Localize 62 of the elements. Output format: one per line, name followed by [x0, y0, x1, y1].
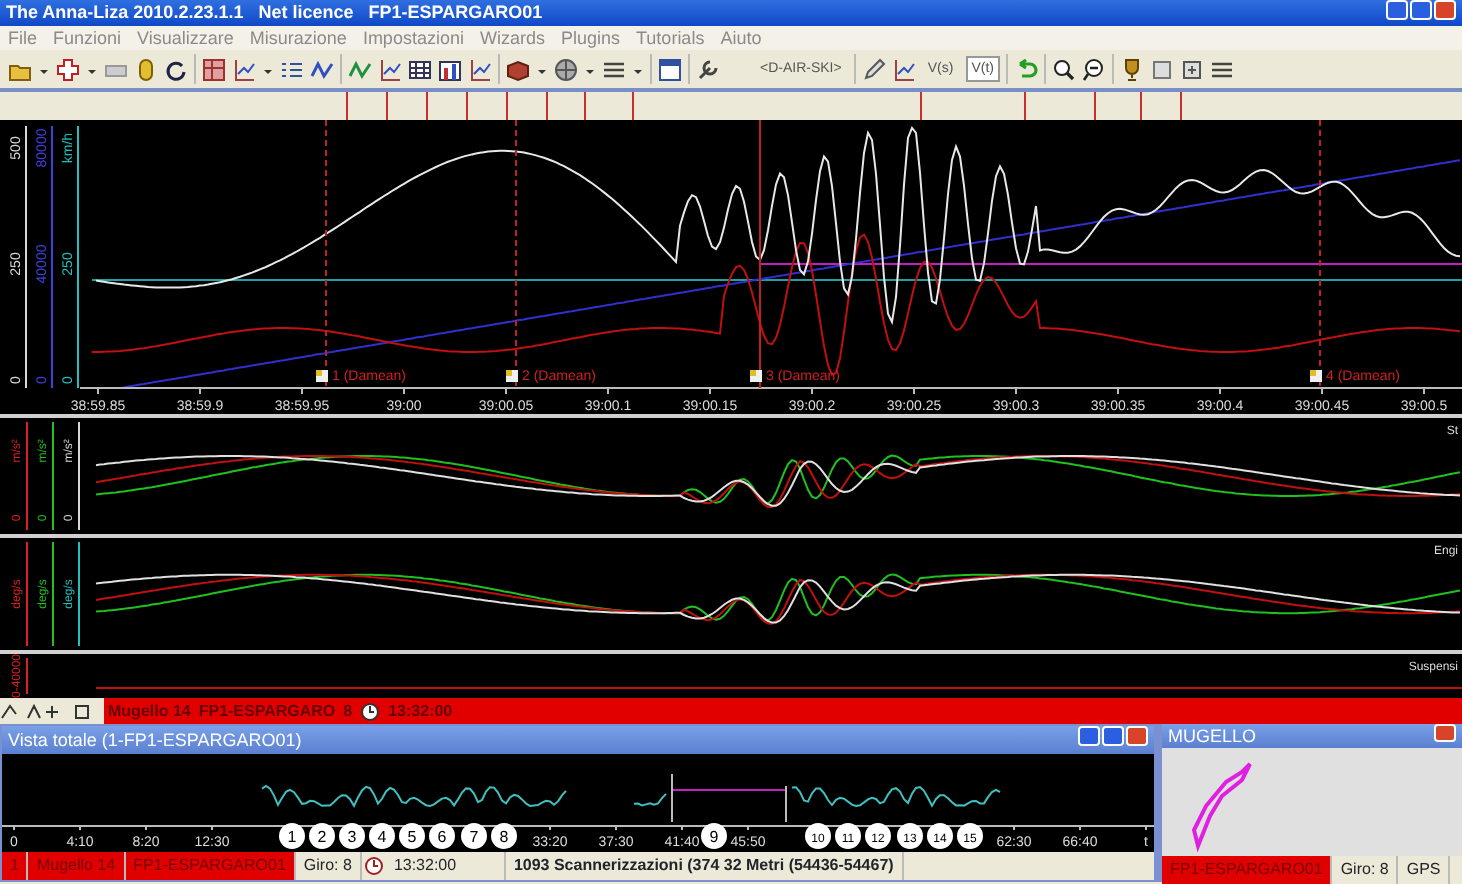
- flag-icon: [1310, 370, 1322, 382]
- zigzag-icon[interactable]: [310, 57, 334, 81]
- maximize-button[interactable]: [1410, 0, 1432, 20]
- session-label: FP1-ESPARGARO01: [1162, 856, 1333, 884]
- lines-icon[interactable]: [1209, 57, 1234, 81]
- source-label: GPS: [1398, 856, 1451, 884]
- close-button[interactable]: [1434, 0, 1456, 20]
- session-label: FP1-ESPARGARO: [198, 699, 336, 723]
- lap-number-marker[interactable]: 5: [399, 823, 425, 849]
- wrench-icon[interactable]: [696, 57, 720, 81]
- window-icon[interactable]: [658, 57, 682, 81]
- lap-label: Giro: 8: [1332, 856, 1399, 884]
- circuit-label: Mugello 14: [28, 852, 126, 880]
- list-icon[interactable]: [280, 57, 304, 81]
- lap-number-marker[interactable]: 8: [491, 823, 517, 849]
- lap-number-marker[interactable]: 7: [461, 823, 487, 849]
- square-icon[interactable]: [1179, 57, 1204, 81]
- lap-number-marker[interactable]: 2: [309, 823, 335, 849]
- zoom-in-icon[interactable]: [1051, 57, 1076, 81]
- flag-icon: [316, 370, 328, 382]
- globe-icon[interactable]: [554, 57, 578, 81]
- clock-icon: [361, 856, 386, 876]
- lap-number-marker[interactable]: 3: [339, 823, 365, 849]
- square-icon[interactable]: [1149, 57, 1174, 81]
- chart-icon[interactable]: [378, 57, 402, 81]
- close-button[interactable]: [1126, 726, 1148, 746]
- time-label: 13:32:00: [385, 852, 506, 880]
- plus-icon[interactable]: [56, 57, 80, 81]
- window-title: MUGELLO: [1168, 724, 1257, 748]
- clock-icon: [360, 701, 381, 721]
- maximize-button[interactable]: [1102, 726, 1124, 746]
- pencil-icon[interactable]: [861, 57, 886, 81]
- refresh-icon[interactable]: [164, 57, 188, 81]
- minimize-button[interactable]: [1386, 0, 1408, 20]
- lines-icon[interactable]: [602, 57, 626, 81]
- chart-icon[interactable]: [232, 57, 256, 81]
- flag-icon: [750, 370, 762, 382]
- circuit-label: Mugello 14: [108, 699, 191, 723]
- window-title: Vista totale (1-FP1-ESPARGARO01): [8, 728, 302, 754]
- trophy-icon[interactable]: [1119, 57, 1144, 81]
- undo-arrow-icon[interactable]: [1013, 57, 1038, 81]
- close-button[interactable]: [1434, 724, 1456, 742]
- zigzag-icon[interactable]: [348, 57, 372, 81]
- lap-number-marker[interactable]: 9: [701, 823, 727, 849]
- minimize-button[interactable]: [1078, 726, 1100, 746]
- zoom-out-icon[interactable]: [1081, 57, 1106, 81]
- grid-icon[interactable]: [202, 57, 226, 81]
- index-label: 1: [2, 852, 29, 880]
- table-icon[interactable]: [408, 57, 432, 81]
- lap-number-marker[interactable]: 6: [429, 823, 455, 849]
- scan-count-label: 1093 Scannerizzazioni (374 32 Metri (54436-54467): [505, 852, 904, 880]
- lap-label: Giro: 8: [295, 852, 362, 880]
- bar-chart-icon[interactable]: [438, 57, 462, 81]
- chart-icon[interactable]: [891, 57, 916, 81]
- time-label: 13:32:00: [388, 699, 453, 723]
- lap-number-marker[interactable]: 4: [369, 823, 395, 849]
- session-label: FP1-ESPARGARO01: [125, 852, 296, 880]
- chart-icon[interactable]: [468, 57, 492, 81]
- flag-icon: [506, 370, 518, 382]
- lap-label: 8: [343, 699, 353, 723]
- lap-number-marker[interactable]: 1: [279, 823, 305, 849]
- window-title: The Anna-Liza 2010.2.23.1.1 Net licence FP1-ESPARGARO01: [6, 0, 543, 26]
